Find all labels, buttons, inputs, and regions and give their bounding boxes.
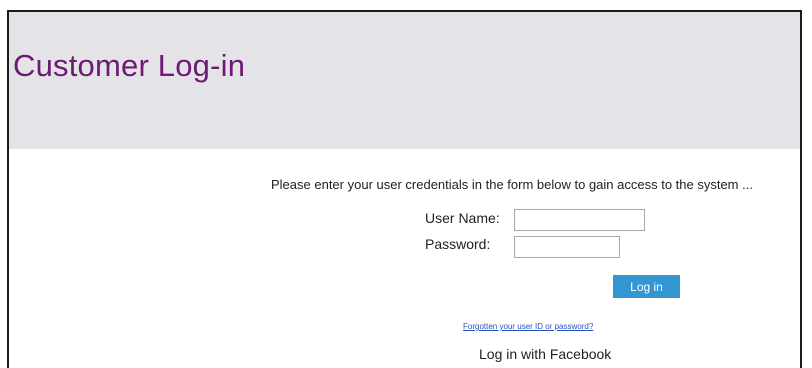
login-instructions: Please enter your user credentials in th… <box>271 177 753 192</box>
forgot-credentials-link[interactable]: Forgotten your user ID or password? <box>463 322 593 331</box>
username-input[interactable] <box>514 209 645 231</box>
password-input[interactable] <box>514 236 620 258</box>
page-title: Customer Log-in <box>13 48 246 83</box>
username-label: User Name: <box>425 210 500 226</box>
login-page-frame: Customer Log-in Please enter your user c… <box>7 10 802 368</box>
page-header: Customer Log-in <box>9 12 800 149</box>
login-button[interactable]: Log in <box>613 275 680 298</box>
facebook-login-link[interactable]: Log in with Facebook <box>479 346 611 362</box>
password-label: Password: <box>425 236 491 252</box>
